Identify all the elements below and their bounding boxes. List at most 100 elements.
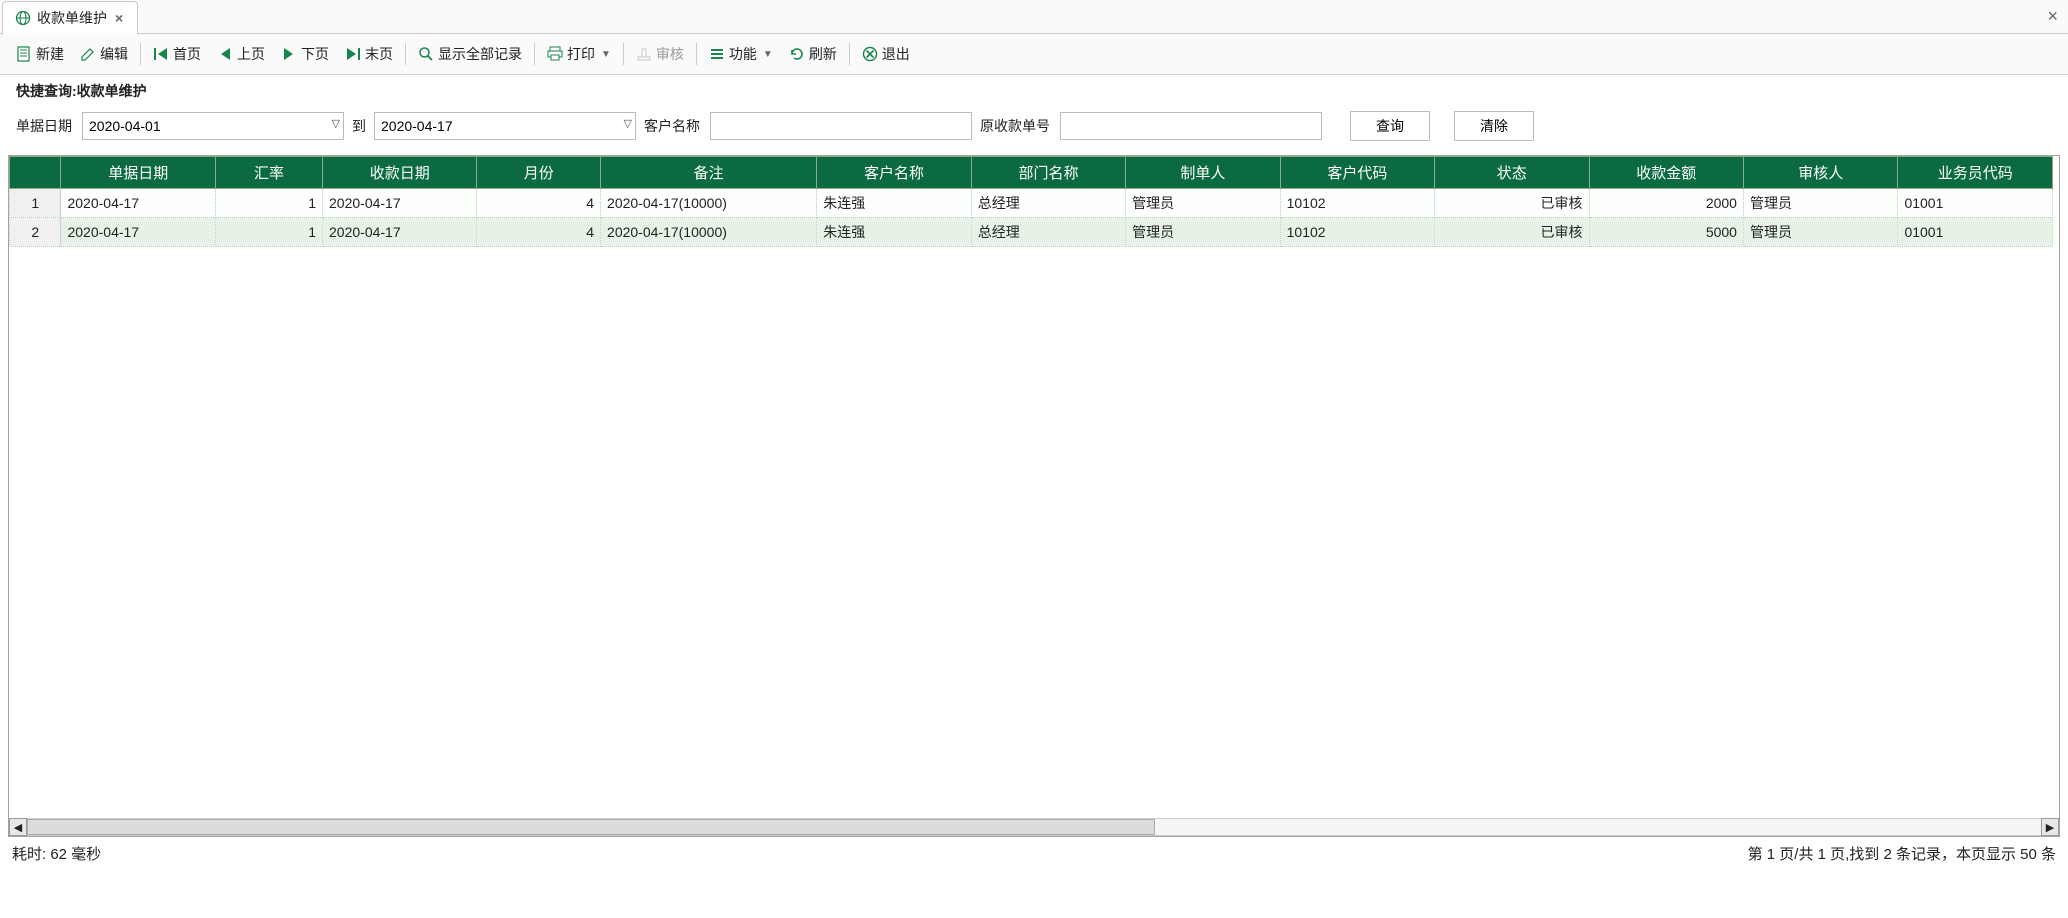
chevron-down-icon: ▼ [763,49,773,60]
separator [696,43,697,65]
new-label: 新建 [36,44,64,64]
function-button[interactable]: 功能 ▼ [701,40,781,68]
first-label: 首页 [173,44,201,64]
cell[interactable]: 2000 [1589,189,1743,218]
table-row[interactable]: 22020-04-1712020-04-1742020-04-17(10000)… [10,218,2053,247]
col-remark[interactable]: 备注 [601,157,817,189]
col-salesman[interactable]: 业务员代码 [1898,157,2053,189]
col-rownum[interactable] [10,157,61,189]
query-button[interactable]: 查询 [1350,111,1430,141]
search-icon [418,46,434,62]
last-icon [345,46,361,62]
edit-button[interactable]: 编辑 [72,40,136,68]
horizontal-scrollbar[interactable]: ◀ ▶ [9,818,2059,836]
separator [140,43,141,65]
date-label: 单据日期 [16,116,72,136]
cell[interactable]: 管理员 [1126,189,1280,218]
print-label: 打印 [567,44,595,64]
col-date[interactable]: 单据日期 [61,157,215,189]
col-rate[interactable]: 汇率 [215,157,322,189]
cell[interactable]: 10102 [1280,218,1434,247]
date-to-combo[interactable]: ▽ [374,112,636,140]
table-row[interactable]: 12020-04-1712020-04-1742020-04-17(10000)… [10,189,2053,218]
separator [849,43,850,65]
cell[interactable]: 总经理 [971,218,1125,247]
cell[interactable]: 2020-04-17 [323,189,477,218]
quick-query-label: 快捷查询:收款单维护 [0,75,2068,103]
cell[interactable]: 管理员 [1743,189,1897,218]
cell[interactable]: 01001 [1898,218,2053,247]
col-amount[interactable]: 收款金额 [1589,157,1743,189]
cell[interactable]: 2020-04-17 [61,218,215,247]
cell[interactable]: 2020-04-17(10000) [601,189,817,218]
show-all-button[interactable]: 显示全部记录 [410,40,530,68]
col-maker[interactable]: 制单人 [1126,157,1280,189]
cell[interactable]: 01001 [1898,189,2053,218]
scroll-track[interactable] [27,818,2041,836]
cell[interactable]: 管理员 [1743,218,1897,247]
cell[interactable]: 2020-04-17 [323,218,477,247]
cell[interactable]: 4 [477,218,601,247]
new-button[interactable]: 新建 [8,40,72,68]
col-month[interactable]: 月份 [477,157,601,189]
tab-active[interactable]: 收款单维护 × [2,1,138,35]
cell[interactable]: 1 [215,189,322,218]
cell[interactable]: 10102 [1280,189,1434,218]
cell[interactable]: 已审核 [1435,189,1589,218]
close-icon[interactable]: × [113,10,125,26]
col-cust-code[interactable]: 客户代码 [1280,157,1434,189]
cell[interactable]: 2 [10,218,61,247]
cell[interactable]: 管理员 [1126,218,1280,247]
refresh-icon [789,46,805,62]
scroll-thumb[interactable] [27,819,1155,835]
exit-button[interactable]: 退出 [854,40,918,68]
col-recv-date[interactable]: 收款日期 [323,157,477,189]
cell[interactable]: 5000 [1589,218,1743,247]
chevron-down-icon: ▼ [601,49,611,60]
filter-bar: 单据日期 ▽ 到 ▽ 客户名称 原收款单号 查询 清除 [0,103,2068,155]
orig-no-input[interactable] [1060,112,1322,140]
scroll-left-button[interactable]: ◀ [9,818,27,836]
cell[interactable]: 总经理 [971,189,1125,218]
cell[interactable]: 1 [215,218,322,247]
separator [534,43,535,65]
cell[interactable]: 朱连强 [817,218,971,247]
last-label: 末页 [365,44,393,64]
next-page-button[interactable]: 下页 [273,40,337,68]
status-bar: 耗时: 62 毫秒 第 1 页/共 1 页,找到 2 条记录，本页显示 50 条 [0,837,2068,870]
next-icon [281,46,297,62]
cell[interactable]: 2020-04-17 [61,189,215,218]
cell[interactable]: 已审核 [1435,218,1589,247]
print-button[interactable]: 打印 ▼ [539,40,619,68]
scroll-right-button[interactable]: ▶ [2041,818,2059,836]
prev-page-button[interactable]: 上页 [209,40,273,68]
printer-icon [547,46,563,62]
first-page-button[interactable]: 首页 [145,40,209,68]
col-customer[interactable]: 客户名称 [817,157,971,189]
cell[interactable]: 2020-04-17(10000) [601,218,817,247]
status-right: 第 1 页/共 1 页,找到 2 条记录，本页显示 50 条 [1748,843,2056,864]
file-icon [16,46,32,62]
header-row: 单据日期 汇率 收款日期 月份 备注 客户名称 部门名称 制单人 客户代码 状态… [10,157,2053,189]
clear-button[interactable]: 清除 [1454,111,1534,141]
customer-input[interactable] [710,112,972,140]
separator [405,43,406,65]
audit-label: 审核 [656,44,684,64]
customer-label: 客户名称 [644,116,700,136]
date-from-input[interactable] [82,112,344,140]
globe-icon [15,10,31,26]
window-close-icon[interactable]: × [2047,6,2058,27]
prev-label: 上页 [237,44,265,64]
list-icon [709,46,725,62]
cell[interactable]: 朱连强 [817,189,971,218]
col-dept[interactable]: 部门名称 [971,157,1125,189]
refresh-button[interactable]: 刷新 [781,40,845,68]
data-grid: 单据日期 汇率 收款日期 月份 备注 客户名称 部门名称 制单人 客户代码 状态… [8,155,2060,837]
col-status[interactable]: 状态 [1435,157,1589,189]
col-auditor[interactable]: 审核人 [1743,157,1897,189]
cell[interactable]: 1 [10,189,61,218]
last-page-button[interactable]: 末页 [337,40,401,68]
date-to-input[interactable] [374,112,636,140]
cell[interactable]: 4 [477,189,601,218]
date-from-combo[interactable]: ▽ [82,112,344,140]
